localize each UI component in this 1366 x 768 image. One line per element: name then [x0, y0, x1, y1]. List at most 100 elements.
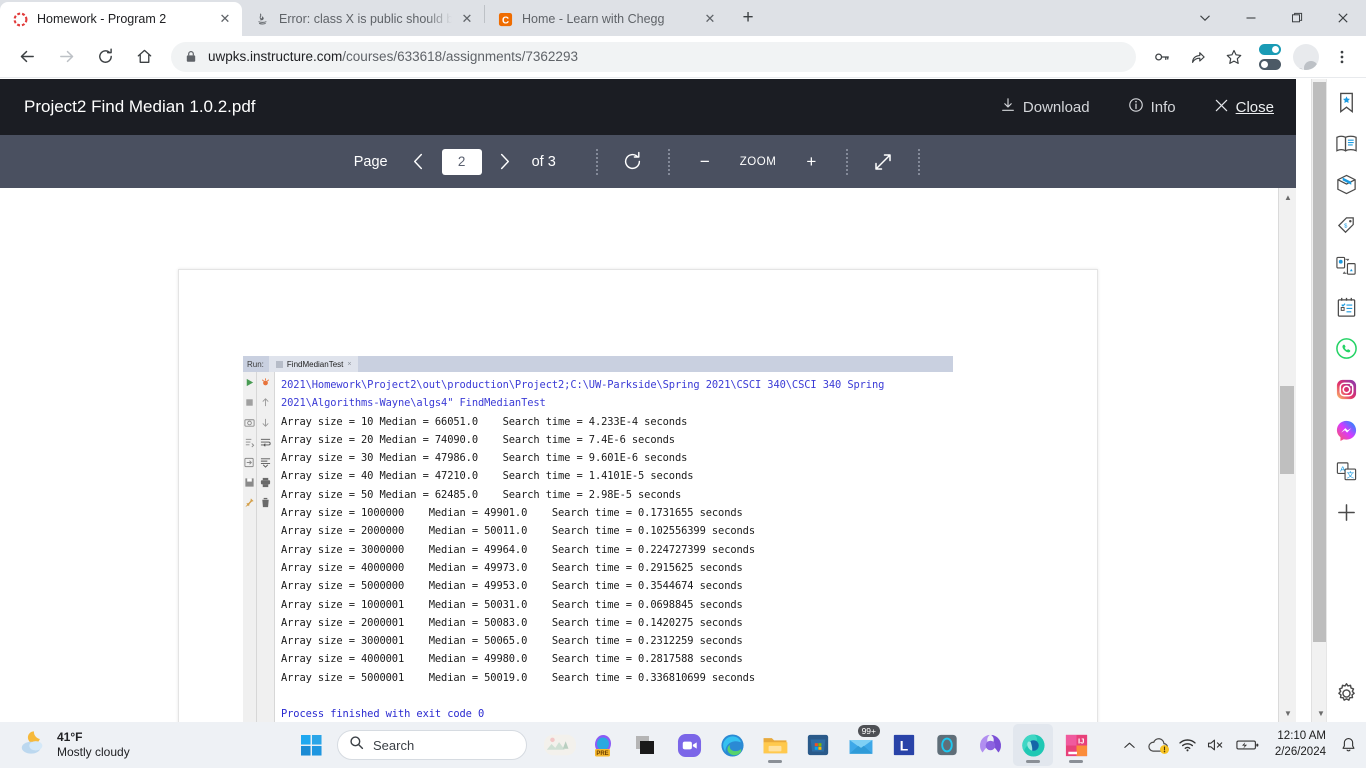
instagram-icon[interactable]: [1332, 374, 1362, 404]
more-menu-icon[interactable]: [1327, 42, 1357, 72]
onedrive-warning-icon[interactable]: [1147, 737, 1169, 754]
export-icon[interactable]: [244, 455, 255, 468]
add-plus-icon[interactable]: [1332, 497, 1362, 527]
window-maximize-button[interactable]: [1274, 0, 1320, 36]
chevron-right-icon[interactable]: [490, 147, 520, 177]
scroll-to-end-icon[interactable]: [260, 455, 271, 468]
browser-tab-0[interactable]: Homework - Program 2 ✕: [0, 2, 242, 36]
browser-tab-2-close-icon[interactable]: ✕: [701, 10, 719, 28]
show-hidden-icons[interactable]: [1123, 739, 1136, 752]
stop-icon[interactable]: [244, 395, 255, 406]
profile-avatar[interactable]: [1293, 43, 1319, 70]
microsoft-edge-icon[interactable]: [712, 724, 752, 766]
windows-start-icon[interactable]: [292, 726, 330, 764]
bookmark-star-icon[interactable]: [1219, 42, 1249, 72]
scrollbar-up-arrow-icon[interactable]: ▲: [1279, 188, 1296, 206]
whatsapp-icon[interactable]: [1332, 333, 1362, 363]
ide-run-tab[interactable]: FindMedianTest ×: [268, 356, 359, 372]
wifi-icon[interactable]: [1179, 738, 1196, 752]
scroll-up-icon[interactable]: [260, 395, 271, 407]
save-icon[interactable]: [244, 475, 255, 487]
camera-icon[interactable]: [244, 415, 255, 427]
ide-run-tabbar: Run: FindMedianTest ×: [243, 356, 953, 372]
price-tags-icon[interactable]: $: [1332, 210, 1362, 240]
lastpass-icon[interactable]: L: [884, 724, 924, 766]
scroll-down-icon[interactable]: [260, 415, 271, 427]
taskbar-search-box[interactable]: Search: [337, 730, 527, 760]
mail-icon[interactable]: 99+: [841, 724, 881, 766]
app-running-underline: [1026, 760, 1040, 763]
debug-icon[interactable]: [260, 375, 271, 386]
zoom-out-button[interactable]: −: [692, 148, 718, 176]
address-bar[interactable]: uwpks.instructure.com/courses/633618/ass…: [171, 41, 1136, 72]
bookmark-star-icon[interactable]: [1332, 87, 1362, 117]
battery-charging-icon[interactable]: [1236, 738, 1260, 752]
checklist-notepad-icon[interactable]: [1332, 292, 1362, 322]
rerun-failed-icon[interactable]: [244, 435, 255, 448]
page-scrollbar-inner-thumb[interactable]: [1313, 82, 1326, 642]
print-icon[interactable]: [260, 475, 271, 488]
extension-toggle-icon[interactable]: [1255, 42, 1285, 72]
pdf-close-button[interactable]: Close: [1214, 98, 1274, 117]
url-host: uwpks.instructure.com: [208, 49, 343, 64]
forward-icon[interactable]: [49, 40, 83, 74]
zoom-in-button[interactable]: +: [798, 148, 824, 176]
page-scrollbar-inner[interactable]: ▼: [1311, 79, 1326, 722]
window-minimize-button[interactable]: [1228, 0, 1274, 36]
microsoft-store-icon[interactable]: [798, 724, 838, 766]
browser-tab-1[interactable]: Error: class X is public should be ✕: [242, 2, 484, 36]
pdf-info-button[interactable]: Info: [1128, 97, 1176, 117]
rotate-icon[interactable]: [620, 148, 646, 176]
lock-icon: [185, 50, 197, 63]
reading-list-icon[interactable]: [1332, 128, 1362, 158]
home-icon[interactable]: [127, 40, 161, 74]
translate-icon[interactable]: A文: [1332, 456, 1362, 486]
back-icon[interactable]: [10, 40, 44, 74]
browser-tab-2[interactable]: C Home - Learn with Chegg ✕: [485, 2, 727, 36]
reload-icon[interactable]: [88, 40, 122, 74]
microsoft-365-icon[interactable]: [970, 724, 1010, 766]
java-icon: [254, 11, 270, 27]
taskbar-weather-widget[interactable]: 41°F Mostly cloudy: [18, 729, 268, 762]
microsoft-copilot-pre-icon[interactable]: PRE: [583, 724, 623, 766]
package-box-icon[interactable]: [1332, 169, 1362, 199]
browser-tab-1-close-icon[interactable]: ✕: [458, 10, 476, 28]
ide-tab-close-icon[interactable]: ×: [347, 361, 351, 368]
chrome-app-icon[interactable]: [1013, 724, 1053, 766]
pdf-download-button[interactable]: Download: [1000, 97, 1090, 117]
scrollbar-down-arrow-icon[interactable]: ▼: [1279, 704, 1296, 722]
browser-tab-0-close-icon[interactable]: ✕: [216, 10, 234, 28]
share-icon[interactable]: [1183, 42, 1213, 72]
pdf-page-input[interactable]: 2: [441, 148, 482, 175]
messenger-icon[interactable]: [1332, 415, 1362, 445]
volume-muted-icon[interactable]: [1207, 738, 1225, 752]
close-x-icon: [1214, 98, 1229, 117]
chrome-tab-search-dropdown-icon[interactable]: [1182, 0, 1228, 36]
intellij-idea-icon[interactable]: IJ: [1056, 724, 1096, 766]
expand-diagonal-icon[interactable]: [870, 148, 896, 176]
run-icon[interactable]: [244, 375, 255, 387]
trash-icon[interactable]: [260, 495, 271, 508]
notification-bell-icon[interactable]: [1341, 737, 1356, 753]
pdf-info-label: Info: [1150, 98, 1176, 116]
window-close-button[interactable]: [1320, 0, 1366, 36]
alexa-icon[interactable]: [927, 724, 967, 766]
taskbar-clock[interactable]: 12:10 AM 2/26/2024: [1275, 729, 1326, 760]
password-key-icon[interactable]: [1147, 42, 1177, 72]
toolbar-divider-2: [667, 148, 670, 175]
widgets-weather-icon[interactable]: [540, 724, 580, 766]
pdf-scrollbar-thumb[interactable]: [1280, 386, 1294, 474]
zoom-meeting-icon[interactable]: [669, 724, 709, 766]
new-tab-button[interactable]: +: [733, 3, 763, 33]
clock-date: 2/26/2024: [1274, 746, 1326, 758]
settings-gear-icon[interactable]: [1332, 678, 1362, 708]
pdf-viewport-scrollbar[interactable]: ▲ ▼: [1278, 188, 1296, 722]
pin-icon[interactable]: [244, 495, 255, 508]
svg-text:PRE: PRE: [596, 751, 608, 757]
soft-wrap-icon[interactable]: [260, 435, 271, 447]
compare-swap-icon[interactable]: [1332, 251, 1362, 281]
dark-reader-icon[interactable]: [626, 724, 666, 766]
chevron-left-icon[interactable]: [404, 147, 434, 177]
partly-cloudy-night-icon: [18, 729, 48, 762]
file-explorer-icon[interactable]: [755, 724, 795, 766]
